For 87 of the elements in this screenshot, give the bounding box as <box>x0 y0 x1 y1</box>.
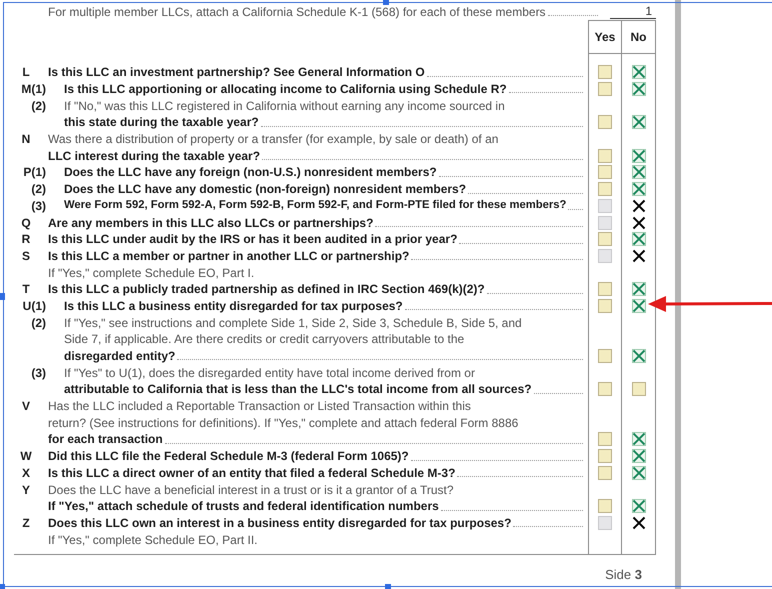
checkbox[interactable] <box>632 165 646 180</box>
question-text: for each transaction <box>48 431 163 448</box>
resize-handle[interactable] <box>0 584 5 589</box>
question-text: Has the LLC included a Reportable Transaction or Listed Transaction within this <box>48 398 471 414</box>
item-label: (3) <box>30 364 46 382</box>
checkbox[interactable] <box>598 115 612 130</box>
item-label: X <box>20 464 31 482</box>
checkbox[interactable] <box>598 232 612 246</box>
checkbox[interactable] <box>598 182 612 196</box>
note-text: If "Yes," complete Schedule EO, Part I. <box>48 264 254 281</box>
item-label: Z <box>21 514 31 532</box>
question-text: Was there a distribution of property or a transfer (for example, by sale or death) of an <box>48 131 498 148</box>
item-label: P(1) <box>22 164 46 181</box>
note-text: return? (See instructions for definitions). If "Yes," complete and attach federal Form 8886 <box>48 414 518 432</box>
checkbox[interactable] <box>632 182 646 196</box>
question-text: disregarded entity? <box>64 348 176 364</box>
checkbox[interactable] <box>632 349 646 364</box>
checkbox[interactable] <box>598 282 612 296</box>
item-label: N <box>20 131 32 148</box>
question-text: Is this LLC under audit by the IRS or has it been audited in a prior year? <box>48 231 458 248</box>
item-label: Y <box>20 482 31 498</box>
resize-handle[interactable] <box>0 293 5 300</box>
checkbox[interactable] <box>632 82 646 96</box>
note-text: If "Yes," complete Schedule EO, Part II. <box>48 532 258 548</box>
question-text: attributable to California that is less than the LLC's total income from all sources? <box>64 381 532 398</box>
checkbox[interactable] <box>598 499 612 514</box>
item-label: U(1) <box>22 298 46 314</box>
question-text: Is this LLC a direct owner of an entity that filed a federal Schedule M-3? <box>48 464 456 482</box>
checkbox[interactable] <box>598 449 612 464</box>
checkbox[interactable] <box>632 298 646 313</box>
question-text: Did this LLC file the Federal Schedule M-3 (federal Form 1065)? <box>48 448 409 464</box>
member-count-field[interactable]: 1 <box>610 4 656 19</box>
question-text: Does the LLC have any foreign (non-U.S.) nonresident members? <box>64 164 437 181</box>
resize-handle[interactable] <box>385 584 391 589</box>
checkbox[interactable] <box>632 148 646 163</box>
item-label: (2) <box>30 181 46 198</box>
checkbox[interactable] <box>632 232 646 246</box>
page-number: Side 3 <box>605 566 642 584</box>
note-text: Side 7, if applicable. Are there credits or credit carryovers attributable to the <box>64 331 464 348</box>
checkbox[interactable] <box>632 432 646 446</box>
question-text: If "Yes," see instructions and complete Side 1, Side 2, Side 3, Schedule B, Side 5, and <box>64 314 522 331</box>
question-text: Does the LLC have any domestic (non-foreign) nonresident members? <box>64 181 466 198</box>
question-text: Were Form 592, Form 592-A, Form 592-B, Form 592-F, and Form-PTE filed for these members? <box>64 198 566 214</box>
question-text: If "No," was this LLC registered in California without earning any income sourced in <box>64 98 505 114</box>
question-text: Is this LLC an investment partnership? See General Information O <box>48 64 425 81</box>
item-label: T <box>21 281 31 298</box>
checkbox[interactable] <box>632 382 646 396</box>
item-label: (3) <box>30 198 46 214</box>
item-label: M(1) <box>20 81 46 98</box>
resize-handle[interactable] <box>383 0 389 5</box>
question-text: Is this LLC apportioning or allocating income to California using Schedule R? <box>64 81 507 98</box>
question-text: If "Yes," attach schedule of trusts and federal identification numbers <box>48 498 439 515</box>
checkbox[interactable] <box>598 148 612 163</box>
checkbox[interactable] <box>632 115 646 130</box>
question-text: this state during the taxable year? <box>64 114 259 131</box>
item-label: R <box>20 231 32 248</box>
checkbox[interactable] <box>632 65 646 80</box>
checkbox[interactable] <box>598 165 612 180</box>
checkbox[interactable] <box>632 449 646 464</box>
checkbox[interactable] <box>598 82 612 96</box>
checkbox[interactable] <box>598 65 612 80</box>
checkbox[interactable] <box>632 282 646 296</box>
checkbox[interactable] <box>598 298 612 313</box>
item-label: (2) <box>30 314 46 331</box>
checkbox[interactable] <box>598 432 612 446</box>
question-text: LLC interest during the taxable year? <box>48 148 260 164</box>
checkbox[interactable] <box>632 499 646 514</box>
instruction-text: For multiple member LLCs, attach a California Schedule K-1 (568) for each of these members <box>48 5 546 19</box>
column-header: Yes <box>588 20 621 54</box>
item-label: Q <box>20 214 32 231</box>
question-text: Does this LLC own an interest in a business entity disregarded for tax purposes? <box>48 514 512 532</box>
column-header: No <box>621 20 655 54</box>
item-label: L <box>21 64 31 81</box>
item-label: (2) <box>30 98 46 114</box>
question-text: Are any members in this LLC also LLCs or partnerships? <box>48 214 374 231</box>
checkbox[interactable] <box>598 382 612 396</box>
checkbox[interactable] <box>598 466 612 480</box>
item-label: V <box>20 398 31 414</box>
item-label: S <box>20 248 31 264</box>
checkbox[interactable] <box>598 349 612 364</box>
question-text: Is this LLC a member or partner in another LLC or partnership? <box>48 248 410 264</box>
question-text: Is this LLC a business entity disregarded for tax purposes? <box>64 298 403 314</box>
question-text: Does the LLC have a beneficial interest in a trust or is it a grantor of a Trust? <box>48 482 454 498</box>
question-text: Is this LLC a publicly traded partnership as defined in IRC Section 469(k)(2)? <box>48 281 485 298</box>
question-text: If "Yes" to U(1), does the disregarded entity have total income derived from or <box>64 364 475 382</box>
item-label: W <box>19 448 33 464</box>
checkbox[interactable] <box>632 466 646 480</box>
